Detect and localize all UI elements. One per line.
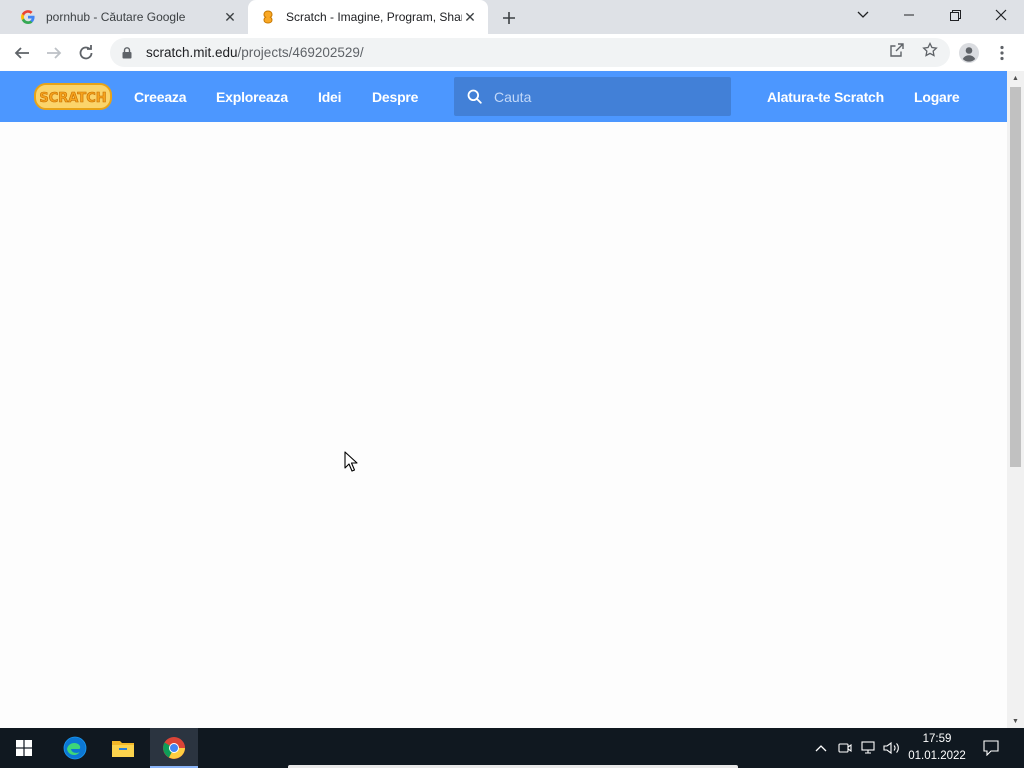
back-button[interactable] (9, 40, 35, 66)
sign-in-link[interactable]: Logare (914, 71, 960, 122)
close-tab-icon[interactable]: ✕ (222, 9, 238, 25)
network-icon[interactable] (859, 728, 879, 768)
scrollbar-thumb[interactable] (1010, 87, 1021, 467)
search-box[interactable] (454, 77, 731, 116)
folder-icon (112, 741, 134, 757)
scroll-down-icon[interactable]: ▼ (1007, 714, 1024, 728)
tab-title: Scratch - Imagine, Program, Share (286, 10, 462, 24)
restore-button[interactable] (932, 0, 978, 30)
meet-now-icon[interactable] (836, 728, 854, 768)
search-input[interactable] (492, 87, 716, 106)
chevron-up-icon (815, 745, 827, 752)
taskbar-edge[interactable] (51, 728, 99, 768)
share-icon (890, 43, 904, 57)
arrow-left-icon (14, 47, 29, 59)
profile-avatar-icon (959, 43, 979, 63)
tab-scratch[interactable]: Scratch - Imagine, Program, Share ✕ (248, 0, 488, 34)
tab-search-button[interactable] (840, 0, 886, 30)
close-window-button[interactable] (978, 0, 1024, 30)
bookmark-button[interactable] (921, 41, 939, 59)
page-content (0, 122, 1007, 728)
close-tab-icon[interactable]: ✕ (462, 9, 478, 25)
nav-explore[interactable]: Exploreaza (216, 71, 288, 122)
kebab-menu-icon (1000, 45, 1004, 61)
start-button[interactable] (0, 728, 48, 768)
lock-icon[interactable] (120, 46, 134, 59)
minimize-icon (904, 14, 914, 16)
browser-toolbar: scratch.mit.edu/projects/469202529/ (0, 34, 1024, 72)
search-icon (466, 89, 482, 105)
show-hidden-icons-button[interactable] (812, 728, 830, 768)
tab-title: pornhub - Căutare Google (46, 10, 186, 24)
star-icon (922, 42, 938, 57)
arrow-right-icon (47, 47, 62, 59)
logo-text: SCRATCH (39, 91, 106, 106)
restore-icon (949, 9, 961, 21)
edge-icon (63, 736, 87, 760)
scratch-cat-icon (260, 9, 276, 25)
nav-create[interactable]: Creeaza (134, 71, 187, 122)
join-scratch-link[interactable]: Alatura-te Scratch (767, 71, 884, 122)
tab-strip: pornhub - Căutare Google ✕ Scratch - Ima… (0, 0, 1024, 34)
reload-icon (79, 45, 93, 60)
nav-about[interactable]: Despre (372, 71, 418, 122)
chrome-icon (163, 737, 185, 759)
url-text: scratch.mit.edu/projects/469202529/ (146, 45, 364, 60)
system-clock[interactable]: 17:59 01.01.2022 (902, 731, 972, 765)
reload-button[interactable] (73, 40, 99, 66)
google-g-icon (20, 9, 36, 25)
plus-icon (503, 12, 515, 24)
vertical-scrollbar[interactable]: ▲ ▼ (1007, 71, 1024, 728)
share-button[interactable] (888, 41, 906, 59)
mouse-cursor-icon (344, 451, 358, 477)
windows-taskbar: 17:59 01.01.2022 (0, 728, 1024, 768)
scratch-header: SCRATCH Creeaza Exploreaza Idei Despre A… (0, 71, 1007, 122)
chevron-down-icon (857, 11, 869, 18)
scroll-up-icon[interactable]: ▲ (1007, 71, 1024, 85)
notification-icon (983, 740, 999, 756)
profile-button[interactable] (956, 40, 982, 66)
notifications-button[interactable] (978, 728, 1004, 768)
new-tab-button[interactable] (498, 7, 520, 29)
minimize-button[interactable] (886, 0, 932, 30)
nav-ideas[interactable]: Idei (318, 71, 342, 122)
url-path: /projects/469202529/ (237, 45, 364, 60)
taskbar-file-explorer[interactable] (99, 728, 147, 768)
clock-time: 17:59 (922, 733, 952, 745)
forward-button[interactable] (41, 40, 67, 66)
volume-icon[interactable] (882, 728, 902, 768)
tab-google-search[interactable]: pornhub - Căutare Google ✕ (8, 0, 248, 34)
close-icon (995, 9, 1007, 21)
menu-button[interactable] (989, 40, 1015, 66)
url-host: scratch.mit.edu (146, 45, 238, 60)
scratch-logo[interactable]: SCRATCH (34, 82, 112, 111)
windows-logo-icon (16, 740, 32, 756)
address-bar[interactable]: scratch.mit.edu/projects/469202529/ (110, 38, 950, 67)
taskbar-chrome[interactable] (150, 728, 198, 768)
clock-date: 01.01.2022 (908, 750, 966, 762)
